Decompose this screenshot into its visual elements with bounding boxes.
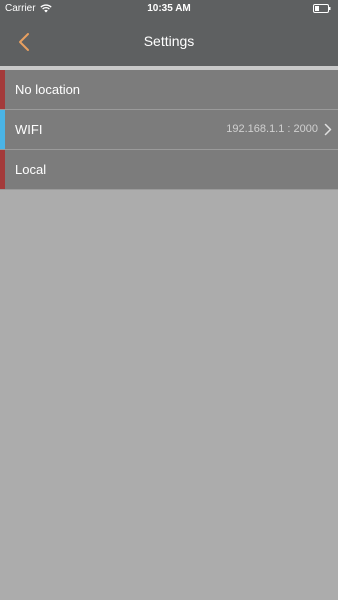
top-bar: Carrier 10:35 AM Settings bbox=[0, 0, 338, 66]
wifi-address: 192.168.1.1 : 2000 bbox=[226, 123, 318, 135]
settings-row-no-location[interactable]: No location bbox=[0, 70, 338, 110]
row-label: No location bbox=[15, 82, 81, 97]
location-status-indicator bbox=[0, 70, 5, 109]
wifi-status-indicator bbox=[0, 110, 5, 149]
status-bar: Carrier 10:35 AM bbox=[0, 0, 338, 18]
page-title: Settings bbox=[143, 33, 195, 49]
row-label: WIFI bbox=[15, 122, 43, 137]
settings-list: No location WIFI 192.168.1.1 : 2000 Loca… bbox=[0, 70, 338, 190]
settings-row-wifi[interactable]: WIFI 192.168.1.1 : 2000 bbox=[0, 110, 338, 150]
chevron-right-icon bbox=[324, 123, 332, 136]
local-status-indicator bbox=[0, 150, 5, 189]
status-time: 10:35 AM bbox=[147, 3, 191, 14]
settings-row-local[interactable]: Local bbox=[0, 150, 338, 190]
battery-icon bbox=[313, 4, 331, 13]
navigation-bar: Settings bbox=[0, 18, 338, 66]
screen: Carrier 10:35 AM Settings No location WI… bbox=[0, 0, 338, 600]
row-label: Local bbox=[15, 162, 47, 177]
